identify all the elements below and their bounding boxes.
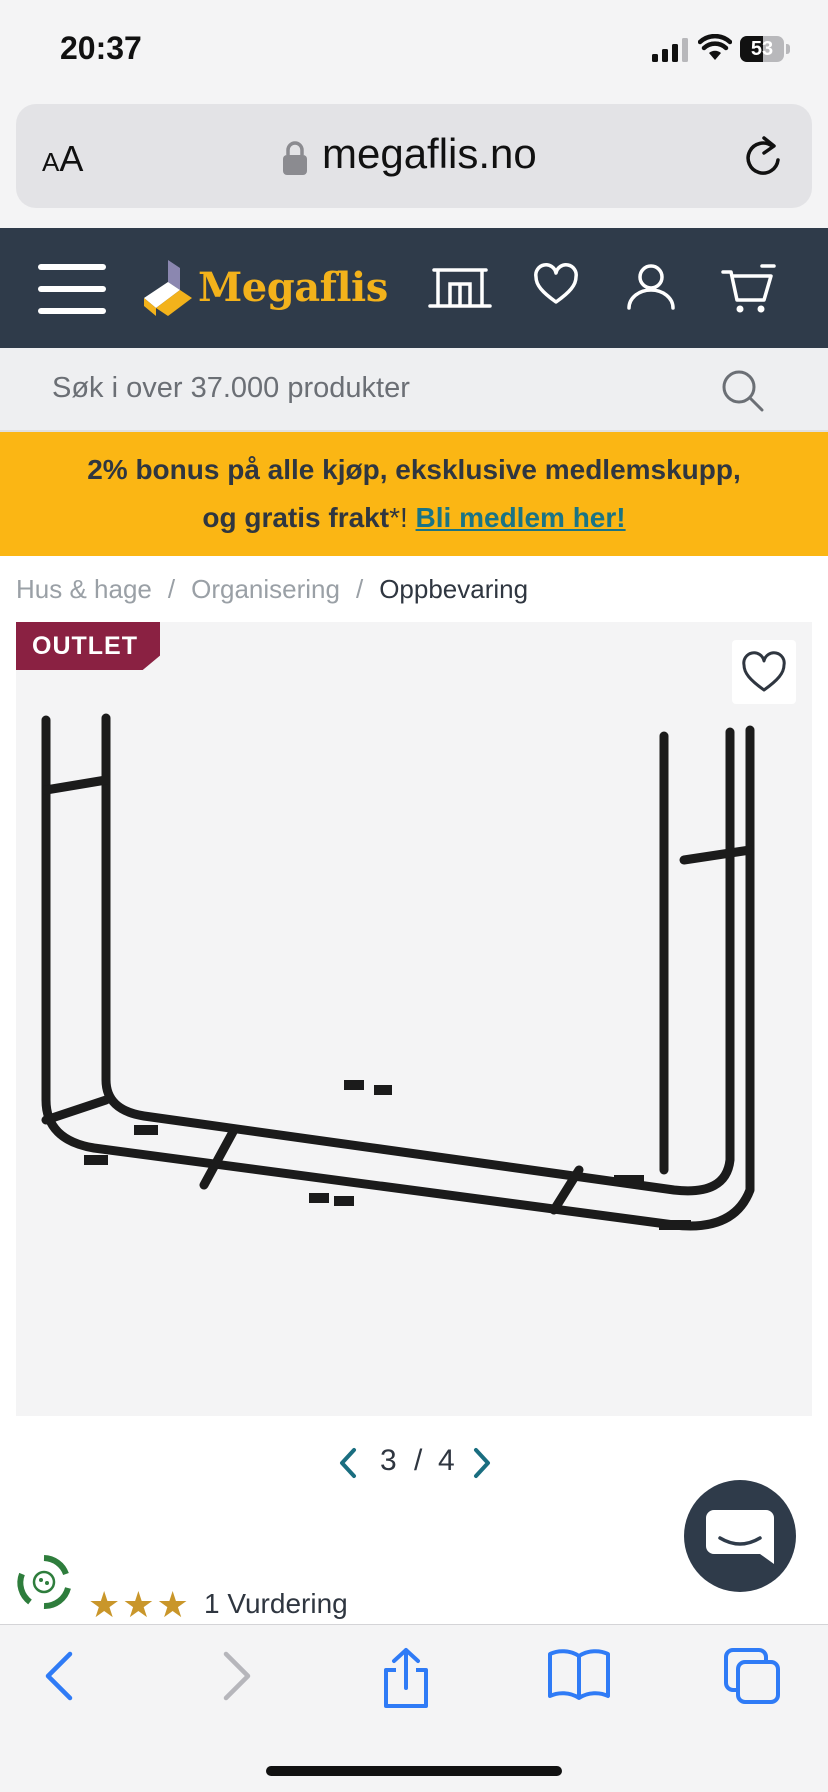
forward-icon[interactable] [216,1646,256,1706]
status-time: 20:37 [60,30,142,66]
chevron-right-icon[interactable] [470,1446,494,1480]
promo-line-1: 2% bonus på alle kjøp, eksklusive medlem… [87,454,741,485]
chat-button[interactable] [684,1480,796,1592]
heart-icon [742,651,786,692]
cellular-signal-icon [652,38,688,62]
lock-icon [283,141,307,175]
rating-stars: ★★★ [88,1584,191,1625]
favorite-button[interactable] [732,640,796,704]
eco-recycle-icon [17,1555,71,1609]
chevron-left-icon[interactable] [336,1446,360,1480]
pagination-separator: / [414,1444,423,1477]
battery-percent: 53 [750,38,774,60]
promo-text: 2% bonus på alle kjøp, eksklusive medlem… [0,446,828,542]
share-icon[interactable] [378,1646,434,1710]
outlet-badge: OUTLET [16,622,160,670]
cart-icon[interactable] [720,262,776,316]
url-text[interactable]: megaflis.no [322,130,537,178]
breadcrumb-separator: / [355,574,364,604]
breadcrumb-item-organisering[interactable]: Organisering [191,574,340,604]
account-icon[interactable] [626,262,676,312]
pagination-total: 4 [438,1444,455,1477]
promo-line-2: og gratis frakt*! Bli medlem her! [0,494,828,542]
home-indicator [266,1766,562,1776]
breadcrumb: Hus & hage / Organisering / Oppbevaring [16,574,528,605]
hamburger-menu-icon[interactable] [38,264,106,314]
showroom-icon[interactable] [428,262,492,312]
rating-count[interactable]: 1 Vurdering [204,1588,348,1620]
reload-icon[interactable] [742,134,784,180]
search-icon[interactable] [720,368,766,414]
wifi-icon [698,34,732,60]
bookmarks-icon[interactable] [546,1646,612,1702]
text-size-button[interactable]: AA [42,138,83,180]
promo-exclaim: ! [399,502,408,533]
chat-bubble-icon [706,1510,774,1564]
promo-line-2-text: og gratis frakt [202,502,390,533]
back-icon[interactable] [40,1646,80,1706]
breadcrumb-separator: / [167,574,176,604]
heart-icon[interactable] [532,262,580,310]
image-pagination: 3 / 4 [330,1440,500,1490]
product-image-firewood-rack [41,713,755,1231]
become-member-link[interactable]: Bli medlem her! [416,502,626,533]
promo-asterisk: * [389,502,400,533]
site-header [0,228,828,348]
breadcrumb-item-hus-hage[interactable]: Hus & hage [16,574,152,604]
megaflis-logo-icon[interactable] [142,258,194,318]
tabs-icon[interactable] [722,1646,782,1706]
pagination-current: 3 [380,1444,397,1477]
battery-icon: 53 [740,36,790,64]
breadcrumb-item-oppbevaring[interactable]: Oppbevaring [379,574,528,604]
search-input[interactable]: Søk i over 37.000 produkter [52,372,410,405]
megaflis-logo[interactable]: Megaflis [198,264,388,311]
